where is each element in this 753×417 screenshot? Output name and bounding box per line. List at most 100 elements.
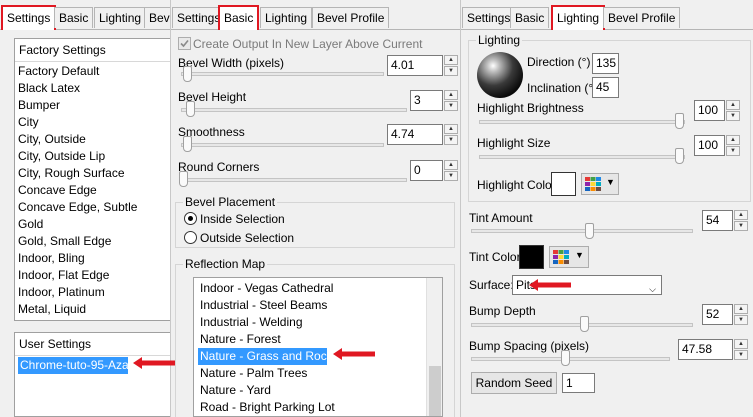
tab-lighting[interactable]: Lighting (551, 5, 606, 30)
list-item[interactable]: City (18, 114, 170, 131)
highlight-color-swatch[interactable] (551, 172, 576, 196)
list-item[interactable]: Concave Edge, Subtle (18, 199, 170, 216)
tint-color-swatch[interactable] (519, 245, 544, 269)
down-arrow-icon[interactable]: ▼ (444, 66, 458, 76)
down-arrow-icon[interactable]: ▼ (444, 171, 458, 181)
round-corners-slider[interactable] (181, 178, 407, 182)
tint-amount-stepper[interactable]: ▲ ▼ (734, 210, 748, 231)
list-item[interactable]: City, Outside Lip (18, 148, 170, 165)
list-item[interactable]: Indoor, Bling (18, 250, 170, 267)
highlight-brightness-stepper[interactable]: ▲ ▼ (726, 100, 740, 121)
list-item[interactable]: Metal, Liquid (18, 301, 170, 318)
highlight-size-stepper[interactable]: ▲ ▼ (726, 135, 740, 156)
down-arrow-icon[interactable]: ▼ (726, 111, 740, 121)
list-item[interactable]: Concave Edge (18, 182, 170, 199)
up-arrow-icon[interactable]: ▲ (444, 124, 458, 134)
inclination-input[interactable]: 45 (592, 77, 619, 98)
list-item[interactable]: City, Outside (18, 131, 170, 148)
bevel-width-stepper[interactable]: ▲ ▼ (444, 55, 458, 76)
tab-bevel-profile[interactable]: Bevel Profile (603, 7, 681, 28)
bevel-width-input[interactable]: 4.01 (387, 55, 443, 76)
list-item[interactable]: Indoor, Platinum (18, 284, 170, 301)
down-arrow-icon[interactable]: ▼ (734, 221, 748, 231)
list-item[interactable]: Nature - Yard (200, 382, 442, 399)
tab-basic[interactable]: Basic (218, 5, 260, 30)
down-arrow-icon[interactable]: ▼ (444, 135, 458, 145)
smoothness-stepper[interactable]: ▲ ▼ (444, 124, 458, 145)
inside-selection-radio[interactable] (184, 212, 197, 225)
tab-lighting[interactable]: Lighting (260, 7, 313, 28)
round-corners-stepper[interactable]: ▲ ▼ (444, 160, 458, 181)
up-arrow-icon[interactable]: ▲ (734, 304, 748, 314)
bevel-width-slider[interactable] (181, 72, 384, 76)
down-arrow-icon[interactable]: ▼ (734, 315, 748, 325)
smoothness-slider[interactable] (181, 143, 384, 147)
list-item[interactable]: Industrial - Steel Beams (200, 297, 442, 314)
tint-amount-input[interactable]: 54 (702, 210, 733, 231)
bevel-height-input[interactable]: 3 (410, 90, 443, 111)
bump-spacing-thumb[interactable] (560, 350, 570, 366)
list-item[interactable]: Black Latex (18, 80, 170, 97)
up-arrow-icon[interactable]: ▲ (444, 55, 458, 65)
create-output-checkbox[interactable] (178, 37, 191, 50)
bevel-height-slider[interactable] (181, 108, 407, 112)
highlight-brightness-input[interactable]: 100 (694, 100, 725, 121)
bump-spacing-slider[interactable] (471, 357, 670, 361)
smoothness-input[interactable]: 4.74 (387, 124, 443, 145)
down-arrow-icon[interactable]: ▼ (726, 146, 740, 156)
tab-settings[interactable]: Settings (1, 5, 57, 30)
bump-depth-thumb[interactable] (580, 316, 590, 332)
up-arrow-icon[interactable]: ▲ (726, 135, 740, 145)
smoothness-thumb[interactable] (182, 136, 192, 152)
highlight-size-slider[interactable] (479, 155, 685, 159)
light-sphere-icon[interactable] (477, 52, 523, 98)
scrollbar-thumb[interactable] (429, 366, 441, 416)
list-item-selected[interactable]: Nature - Grass and Rocks (198, 348, 339, 365)
bump-depth-stepper[interactable]: ▲ ▼ (734, 304, 748, 325)
list-item[interactable]: Industrial - Welding (200, 314, 442, 331)
list-item[interactable]: Indoor - Vegas Cathedral (200, 280, 442, 297)
list-item[interactable]: Bumper (18, 97, 170, 114)
highlight-size-input[interactable]: 100 (694, 135, 725, 156)
up-arrow-icon[interactable]: ▲ (444, 160, 458, 170)
direction-input[interactable]: 135 (592, 53, 619, 74)
list-item-selected[interactable]: Chrome-tuto-95-Azalee- (18, 357, 149, 374)
tab-basic[interactable]: Basic (510, 7, 550, 28)
tab-bevel-profile[interactable]: Bev (144, 7, 170, 28)
tab-bevel-profile[interactable]: Bevel Profile (312, 7, 390, 28)
round-corners-thumb[interactable] (179, 171, 188, 187)
round-corners-input[interactable]: 0 (410, 160, 443, 181)
inside-selection-label[interactable]: Inside Selection (200, 212, 285, 226)
factory-settings-list[interactable]: Factory Settings Factory Default Black L… (14, 38, 170, 321)
tint-color-picker-button[interactable]: ▼ (549, 246, 589, 268)
bevel-height-thumb[interactable] (185, 101, 195, 117)
tab-lighting[interactable]: Lighting (94, 7, 147, 28)
outside-selection-label[interactable]: Outside Selection (200, 231, 294, 245)
highlight-size-thumb[interactable] (675, 148, 684, 164)
tab-basic[interactable]: Basic (54, 7, 94, 28)
list-item[interactable]: Indoor, Flat Edge (18, 267, 170, 284)
up-arrow-icon[interactable]: ▲ (734, 339, 748, 349)
bevel-height-stepper[interactable]: ▲ ▼ (444, 90, 458, 111)
up-arrow-icon[interactable]: ▲ (444, 90, 458, 100)
up-arrow-icon[interactable]: ▲ (734, 210, 748, 220)
outside-selection-radio[interactable] (184, 231, 197, 244)
highlight-brightness-slider[interactable] (479, 120, 685, 124)
list-item[interactable]: Gold (18, 216, 170, 233)
tab-settings[interactable]: Settings (462, 7, 516, 28)
user-settings-list[interactable]: User Settings Chrome-tuto-95-Azalee- (14, 332, 170, 417)
reflection-map-list[interactable]: Indoor - Vegas Cathedral Industrial - St… (193, 277, 443, 417)
highlight-color-picker-button[interactable]: ▼ (581, 173, 619, 195)
down-arrow-icon[interactable]: ▼ (444, 101, 458, 111)
bump-spacing-stepper[interactable]: ▲ ▼ (734, 339, 748, 360)
list-item[interactable]: Factory Default (18, 63, 170, 80)
reflection-map-scrollbar[interactable] (426, 278, 442, 416)
tint-amount-slider[interactable] (471, 229, 693, 233)
bump-spacing-input[interactable]: 47.58 (678, 339, 733, 360)
list-item[interactable]: Road - Bright Parking Lot (200, 399, 442, 416)
down-arrow-icon[interactable]: ▼ (734, 350, 748, 360)
bump-depth-input[interactable]: 52 (702, 304, 733, 325)
bevel-width-thumb[interactable] (182, 66, 192, 82)
highlight-brightness-thumb[interactable] (675, 113, 684, 129)
up-arrow-icon[interactable]: ▲ (726, 100, 740, 110)
